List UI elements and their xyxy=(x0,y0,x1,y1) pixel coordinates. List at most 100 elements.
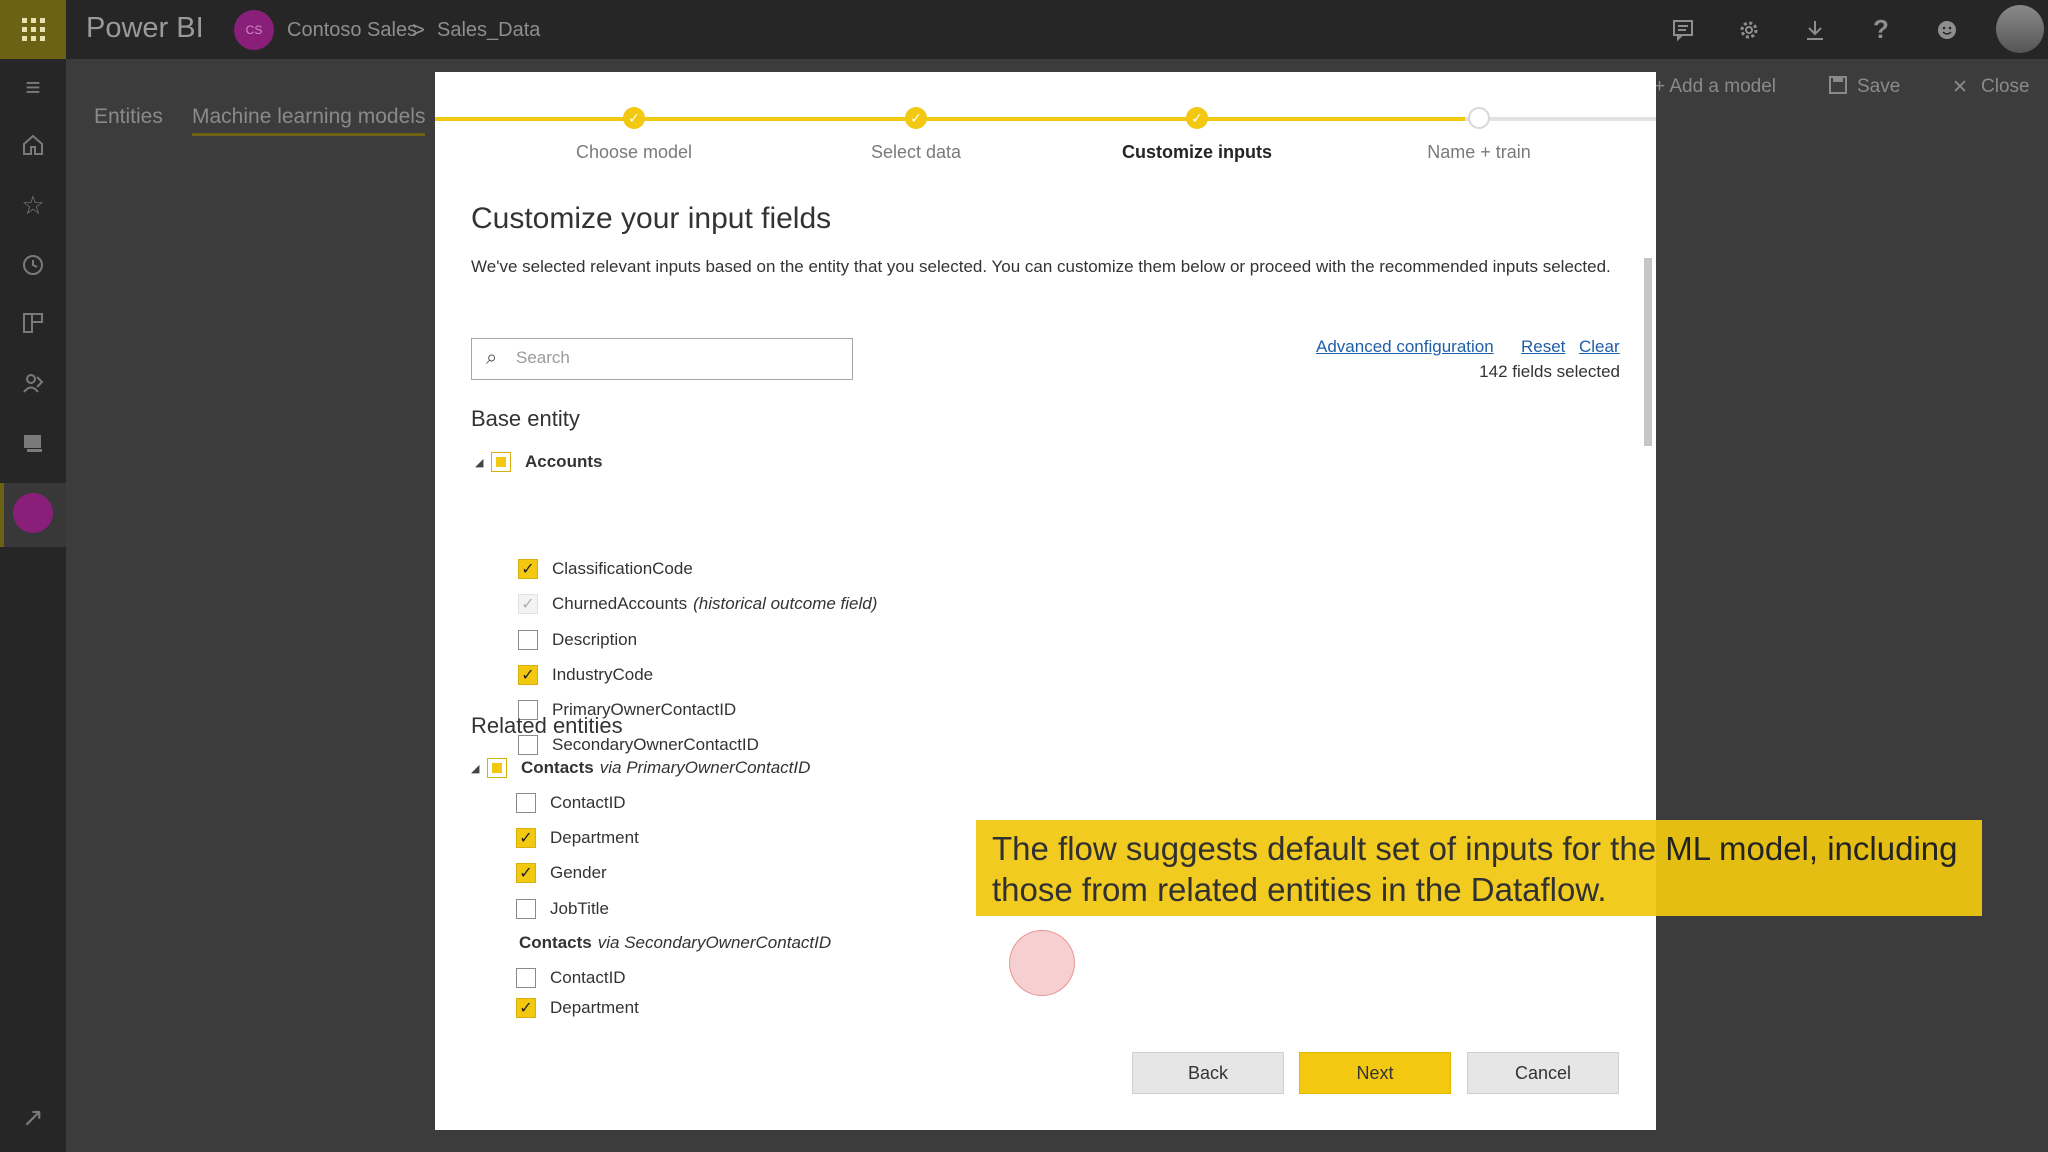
field-label: Department xyxy=(550,998,639,1017)
field-checkbox[interactable] xyxy=(518,630,538,650)
field-checkbox[interactable] xyxy=(516,899,536,919)
field-row-churnedaccounts: ✓ ChurnedAccounts (historical outcome fi… xyxy=(518,591,877,617)
fields-selected-count: 142 fields selected xyxy=(1479,362,1620,381)
current-workspace-avatar[interactable] xyxy=(13,493,53,533)
breadcrumb-dataflow[interactable]: Sales_Data xyxy=(437,19,540,42)
cancel-button[interactable]: Cancel xyxy=(1467,1052,1619,1094)
field-row-contactid-secondary[interactable]: ContactID xyxy=(516,965,626,991)
user-avatar[interactable] xyxy=(1996,5,2044,53)
dialog-scrollbar[interactable] xyxy=(1644,258,1652,446)
field-row-department-secondary[interactable]: ✓ Department xyxy=(516,998,639,1018)
tab-entities[interactable]: Entities xyxy=(94,105,163,129)
close-button[interactable]: Close xyxy=(1981,76,2030,98)
breadcrumb-workspace[interactable]: Contoso Sales xyxy=(287,19,417,42)
field-row-classificationcode[interactable]: ✓ ClassificationCode xyxy=(518,556,693,582)
base-entity-heading: Base entity xyxy=(471,406,580,431)
group-label: Contacts xyxy=(519,933,592,952)
dialog-title: Customize your input fields xyxy=(471,202,832,235)
add-model-button[interactable]: + Add a model xyxy=(1654,76,1776,98)
field-note: (historical outcome field) xyxy=(693,594,878,613)
hamburger-menu-icon[interactable]: ≡ xyxy=(0,59,66,115)
collapse-triangle-icon[interactable]: ◢ xyxy=(475,456,483,469)
field-row-contactid[interactable]: ContactID xyxy=(516,790,626,816)
shared-with-me-icon[interactable] xyxy=(0,355,66,411)
field-label: ClassificationCode xyxy=(552,559,693,578)
group-via-label: via PrimaryOwnerContactID xyxy=(599,758,811,777)
app-launcher-button[interactable] xyxy=(0,0,66,59)
top-bar: Power BI CS Contoso Sales > Sales_Data ? xyxy=(0,0,2048,59)
step-pending-icon xyxy=(1468,107,1490,129)
workspaces-icon[interactable] xyxy=(0,415,66,471)
field-checkbox[interactable]: ✓ xyxy=(516,828,536,848)
workspace-avatar[interactable]: CS xyxy=(234,10,274,50)
field-label: Department xyxy=(550,828,639,847)
search-field[interactable]: ⌕ xyxy=(471,338,853,380)
entity-group-accounts[interactable]: ◢ Accounts xyxy=(475,449,602,475)
field-checkbox[interactable]: ✓ xyxy=(516,998,536,1018)
field-row-department[interactable]: ✓ Department xyxy=(516,825,639,851)
brand-name[interactable]: Power BI xyxy=(86,12,204,45)
field-checkbox-disabled: ✓ xyxy=(518,594,538,614)
expand-arrow-icon[interactable]: ↗ xyxy=(0,1089,66,1145)
gear-icon[interactable] xyxy=(1716,0,1782,59)
stepper-remaining-line xyxy=(1465,117,1656,121)
entity-group-contacts-primary[interactable]: ◢ Contacts via PrimaryOwnerContactID xyxy=(471,755,810,781)
group-label: Contacts xyxy=(521,758,594,777)
stepper-progress-line xyxy=(435,117,1465,121)
dialog-description: We've selected relevant inputs based on … xyxy=(471,257,1611,276)
field-row-gender[interactable]: ✓ Gender xyxy=(516,860,607,886)
feedback-icon[interactable] xyxy=(1914,0,1980,59)
step-choose-model[interactable]: Choose model xyxy=(514,142,754,163)
breadcrumb-separator: > xyxy=(412,17,425,42)
home-icon[interactable] xyxy=(0,117,66,173)
left-nav: ≡ ☆ ↗ xyxy=(0,59,66,1152)
apps-icon[interactable] xyxy=(0,295,66,351)
step-customize-inputs[interactable]: Customize inputs xyxy=(1077,142,1317,163)
favorites-star-icon[interactable]: ☆ xyxy=(0,177,66,233)
clear-link[interactable]: Clear xyxy=(1579,337,1620,357)
download-icon[interactable] xyxy=(1782,0,1848,59)
field-label: IndustryCode xyxy=(552,665,654,684)
search-icon: ⌕ xyxy=(486,347,498,369)
step-check-icon: ✓ xyxy=(623,107,645,129)
field-label: ContactID xyxy=(550,968,626,987)
step-select-data[interactable]: Select data xyxy=(796,142,1036,163)
field-checkbox[interactable] xyxy=(516,793,536,813)
search-input[interactable] xyxy=(516,348,836,368)
group-label: Accounts xyxy=(525,452,603,471)
tutorial-caption: The flow suggests default set of inputs … xyxy=(976,820,1982,916)
field-row-industrycode[interactable]: ✓ IndustryCode xyxy=(518,662,653,688)
recent-clock-icon[interactable] xyxy=(0,237,66,293)
field-checkbox[interactable] xyxy=(516,968,536,988)
collapse-triangle-icon[interactable]: ◢ xyxy=(471,762,479,775)
advanced-configuration-link[interactable]: Advanced configuration xyxy=(1316,337,1494,357)
entity-group-contacts-secondary[interactable]: Contacts via SecondaryOwnerContactID xyxy=(519,930,831,956)
field-row-description[interactable]: Description xyxy=(518,627,637,653)
field-label: JobTitle xyxy=(550,899,609,918)
group-via-label: via SecondaryOwnerContactID xyxy=(597,933,832,952)
group-checkbox[interactable] xyxy=(491,452,511,472)
reset-link[interactable]: Reset xyxy=(1521,337,1565,357)
field-checkbox[interactable]: ✓ xyxy=(516,863,536,883)
step-check-icon: ✓ xyxy=(1186,107,1208,129)
customize-inputs-dialog: ✓ ✓ ✓ Choose model Select data Customize… xyxy=(435,72,1656,1130)
tab-machine-learning-models[interactable]: Machine learning models xyxy=(192,105,426,136)
field-label: Gender xyxy=(550,863,607,882)
step-name-train[interactable]: Name + train xyxy=(1359,142,1599,163)
cursor-highlight xyxy=(1009,930,1075,996)
waffle-icon xyxy=(21,18,45,41)
back-button[interactable]: Back xyxy=(1132,1052,1284,1094)
group-checkbox[interactable] xyxy=(487,758,507,778)
save-icon[interactable] xyxy=(1829,76,1847,100)
help-icon[interactable]: ? xyxy=(1848,0,1914,59)
step-check-icon: ✓ xyxy=(905,107,927,129)
field-row-jobtitle[interactable]: JobTitle xyxy=(516,896,609,922)
save-button[interactable]: Save xyxy=(1857,76,1900,98)
chat-icon[interactable] xyxy=(1650,0,1716,59)
field-checkbox[interactable]: ✓ xyxy=(518,665,538,685)
related-entities-heading: Related entities xyxy=(471,713,623,738)
next-button[interactable]: Next xyxy=(1299,1052,1451,1094)
field-checkbox[interactable]: ✓ xyxy=(518,559,538,579)
close-icon[interactable]: ✕ xyxy=(1952,76,1968,99)
field-label: ChurnedAccounts xyxy=(552,594,688,613)
